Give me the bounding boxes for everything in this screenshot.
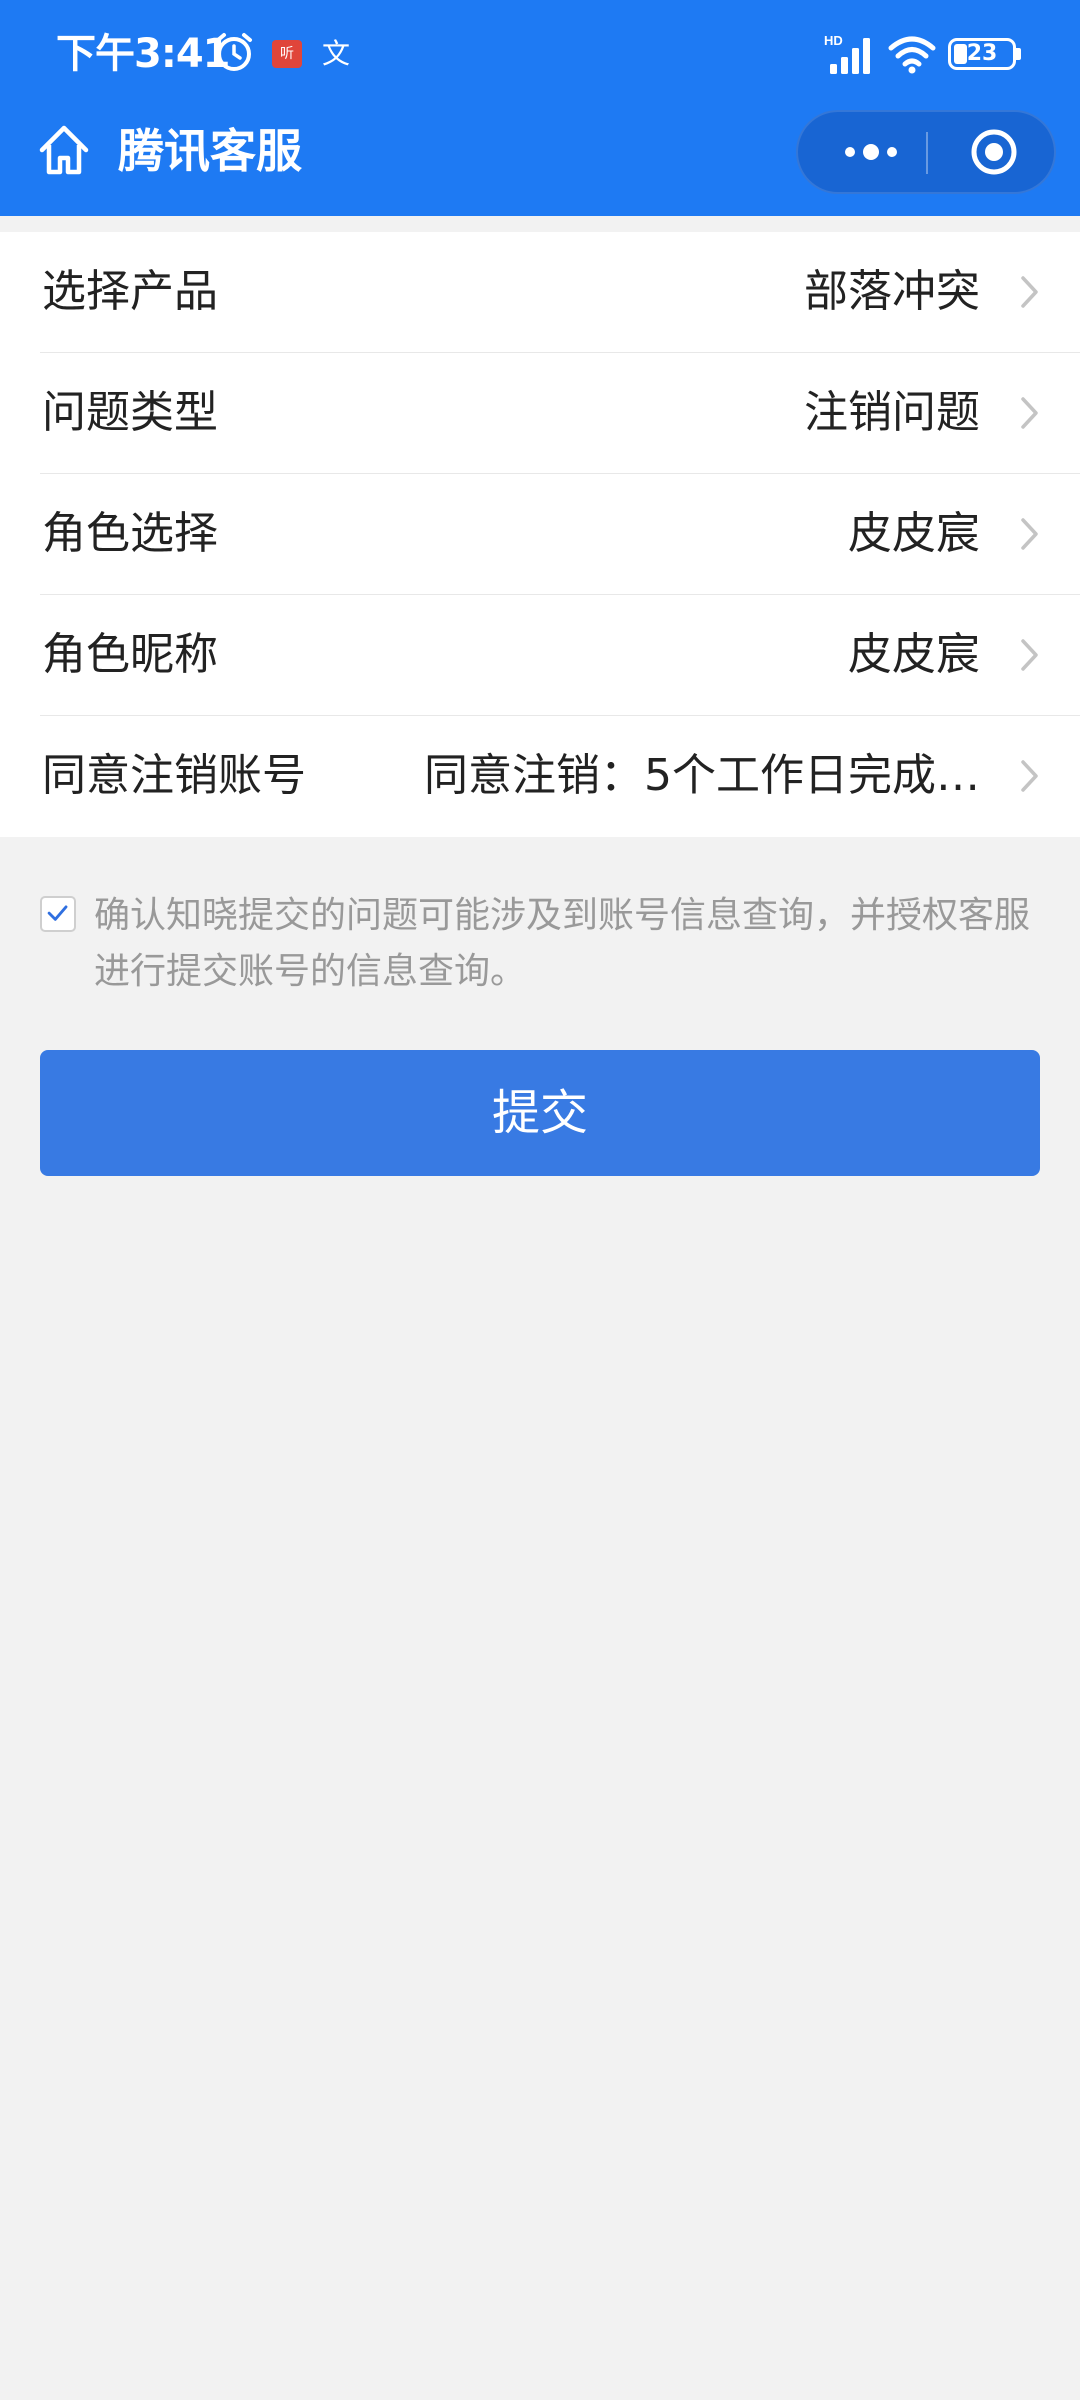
row-value: 皮皮宸 [848, 629, 980, 680]
battery-cap [1016, 48, 1021, 60]
row-value: 部落冲突 [804, 266, 980, 317]
home-icon[interactable] [36, 122, 92, 178]
form-row-product[interactable]: 选择产品 部落冲突 [40, 232, 1080, 353]
more-dots-icon[interactable] [828, 112, 918, 192]
chevron-right-icon [1021, 760, 1038, 792]
chevron-right-icon [1021, 397, 1038, 429]
top-bar: 下午3:41 听 文 HD 23 腾讯客服 [0, 0, 1080, 216]
translate-icon: 文 [322, 37, 351, 70]
signal-icon: HD [824, 33, 870, 74]
svg-text:HD: HD [824, 33, 843, 48]
capsule-divider [926, 132, 928, 174]
notification-badge-icon: 听 [272, 40, 302, 68]
status-time: 下午3:41 [56, 31, 230, 77]
battery-icon: 23 [948, 38, 1016, 70]
row-label: 角色昵称 [42, 629, 218, 680]
form-row-role-select[interactable]: 角色选择 皮皮宸 [40, 474, 1080, 595]
chevron-right-icon [1021, 639, 1038, 671]
form-row-agree-cancel[interactable]: 同意注销账号 同意注销：5个工作日完成… [40, 716, 1080, 837]
row-label: 同意注销账号 [42, 750, 306, 801]
consent-checkbox[interactable] [40, 896, 76, 932]
row-label: 问题类型 [42, 387, 218, 438]
mini-program-capsule [796, 110, 1056, 194]
row-label: 选择产品 [42, 266, 218, 317]
row-value: 注销问题 [804, 387, 980, 438]
battery-percent: 23 [966, 41, 998, 66]
submit-button[interactable]: 提交 [40, 1050, 1040, 1176]
alarm-icon [216, 33, 252, 71]
form-row-issue-type[interactable]: 问题类型 注销问题 [40, 353, 1080, 474]
chevron-right-icon [1021, 276, 1038, 308]
chevron-right-icon [1021, 518, 1038, 550]
page-title: 腾讯客服 [118, 124, 302, 178]
form-list: 选择产品 部落冲突 问题类型 注销问题 角色选择 皮皮宸 角色昵称 皮皮宸 同意… [0, 232, 1080, 837]
row-value: 皮皮宸 [848, 508, 980, 559]
close-circle-icon[interactable] [968, 126, 1020, 178]
consent-text: 确认知晓提交的问题可能涉及到账号信息查询，并授权客服进行提交账号的信息查询。 [94, 895, 1031, 992]
row-value: 同意注销：5个工作日完成… [424, 750, 980, 801]
form-row-role-nickname[interactable]: 角色昵称 皮皮宸 [40, 595, 1080, 716]
checkmark-icon [47, 905, 68, 921]
wifi-icon [888, 36, 936, 74]
row-label: 角色选择 [42, 508, 218, 559]
